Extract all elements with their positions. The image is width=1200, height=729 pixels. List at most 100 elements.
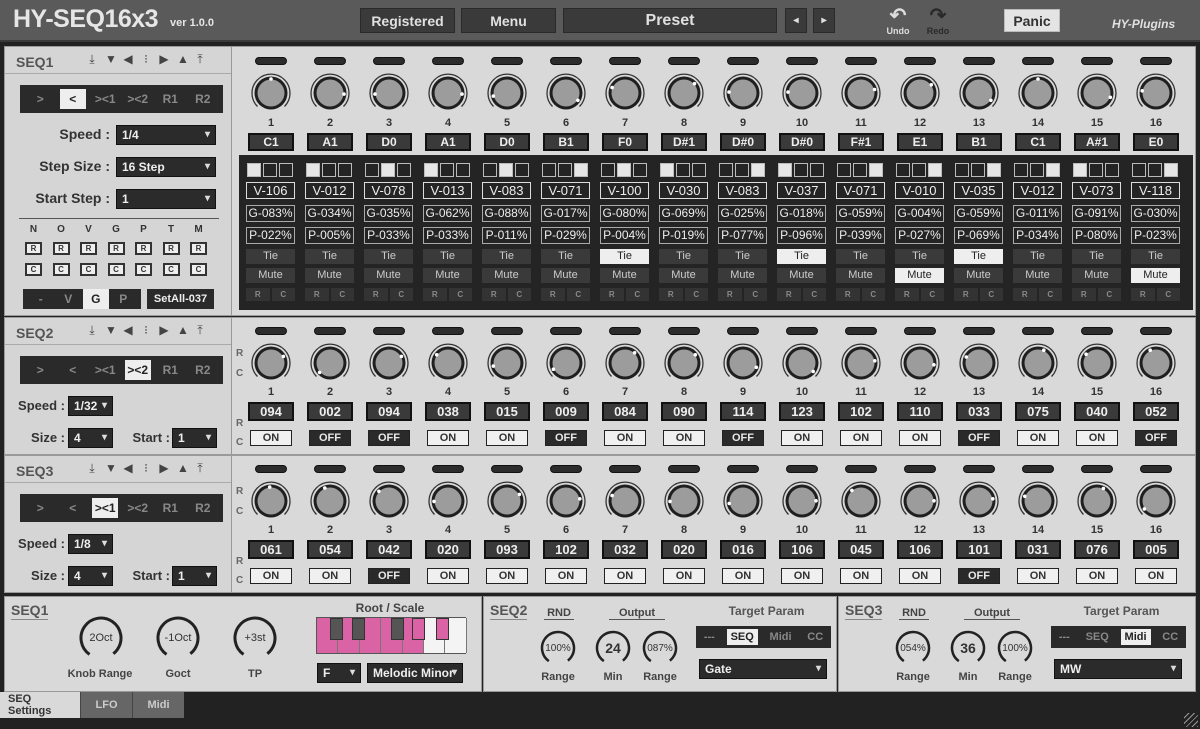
gate-value[interactable]: G-062% <box>423 205 472 222</box>
gate-value[interactable]: G-011% <box>1013 205 1062 222</box>
octave-option[interactable] <box>1073 163 1087 177</box>
step-knob[interactable] <box>368 342 410 384</box>
step-knob[interactable] <box>1135 72 1177 114</box>
mute-toggle[interactable]: Mute <box>1072 268 1121 283</box>
octave-option[interactable] <box>751 163 765 177</box>
step-knob[interactable] <box>722 342 764 384</box>
knob-range-knob[interactable]: 2Oct <box>78 615 124 661</box>
octave-option[interactable] <box>338 163 352 177</box>
octave-option[interactable] <box>912 163 926 177</box>
jump-top-icon[interactable]: ⤒ <box>195 461 205 476</box>
probability-value[interactable]: P-033% <box>364 227 413 244</box>
step-knob[interactable] <box>486 342 528 384</box>
velocity-value[interactable]: V-100 <box>600 182 649 199</box>
target-param-dropdown[interactable]: Gate <box>699 659 827 679</box>
octave-option[interactable] <box>558 163 572 177</box>
octave-option[interactable] <box>617 163 631 177</box>
random-toggle[interactable]: R <box>135 242 152 255</box>
step-knob[interactable] <box>545 342 587 384</box>
velocity-value[interactable]: V-037 <box>777 182 826 199</box>
direction-option[interactable]: R2 <box>190 89 216 109</box>
direction-option[interactable]: R1 <box>157 498 183 518</box>
mute-toggle[interactable]: Mute <box>659 268 708 283</box>
target-option[interactable]: --- <box>1055 629 1074 645</box>
octave-option[interactable] <box>971 163 985 177</box>
random-button[interactable]: R <box>836 288 860 301</box>
octave-option[interactable] <box>1105 163 1119 177</box>
step-note[interactable]: C1 <box>1015 133 1061 151</box>
step-knob[interactable] <box>486 480 528 522</box>
velocity-value[interactable]: V-013 <box>423 182 472 199</box>
move-right-icon[interactable]: ▶ <box>159 461 169 476</box>
mute-toggle[interactable]: Mute <box>364 268 413 283</box>
setall-button[interactable]: SetAll-037 <box>147 289 214 309</box>
step-onoff-toggle[interactable]: ON <box>486 430 528 446</box>
probability-value[interactable]: P-069% <box>954 227 1003 244</box>
step-knob[interactable] <box>958 342 1000 384</box>
step-value[interactable]: 090 <box>661 402 707 421</box>
step-knob[interactable] <box>1017 72 1059 114</box>
probability-value[interactable]: P-034% <box>1013 227 1062 244</box>
step-onoff-toggle[interactable]: ON <box>899 568 941 584</box>
step-knob[interactable] <box>309 342 351 384</box>
direction-option[interactable]: < <box>59 89 86 109</box>
root-dropdown[interactable]: F <box>317 663 361 683</box>
step-onoff-toggle[interactable]: ON <box>250 568 292 584</box>
step-onoff-toggle[interactable]: ON <box>604 568 646 584</box>
clear-button[interactable]: C <box>802 288 826 301</box>
move-down-icon[interactable]: ▼ <box>105 52 117 67</box>
clear-button[interactable]: C <box>389 288 413 301</box>
move-right-icon[interactable]: ▶ <box>159 52 169 67</box>
step-onoff-toggle[interactable]: OFF <box>958 430 1000 446</box>
move-left-icon[interactable]: ◀ <box>123 52 133 67</box>
step-knob[interactable] <box>250 342 292 384</box>
clear-button[interactable]: C <box>861 288 885 301</box>
start-step-dropdown[interactable]: 1 <box>116 189 216 209</box>
octave-option[interactable] <box>1148 163 1162 177</box>
step-onoff-toggle[interactable]: ON <box>250 430 292 446</box>
step-knob[interactable] <box>781 480 823 522</box>
octave-option[interactable] <box>1030 163 1044 177</box>
step-onoff-toggle[interactable]: OFF <box>958 568 1000 584</box>
jump-bottom-icon[interactable]: ⤓ <box>87 52 97 67</box>
octave-option[interactable] <box>1046 163 1060 177</box>
step-value[interactable]: 123 <box>779 402 825 421</box>
step-note[interactable]: D0 <box>366 133 412 151</box>
direction-option[interactable]: R2 <box>190 360 216 380</box>
random-button[interactable]: R <box>954 288 978 301</box>
octave-option[interactable] <box>499 163 513 177</box>
random-toggle[interactable]: R <box>25 242 42 255</box>
step-value[interactable]: 114 <box>720 402 766 421</box>
step-onoff-toggle[interactable]: ON <box>781 430 823 446</box>
move-up-icon[interactable]: ▲ <box>177 461 189 476</box>
mute-toggle[interactable]: Mute <box>423 268 472 283</box>
size-dropdown[interactable]: 4 <box>68 428 113 448</box>
step-note[interactable]: E1 <box>897 133 943 151</box>
direction-option[interactable]: ><1 <box>92 498 119 518</box>
octave-option[interactable] <box>676 163 690 177</box>
jump-bottom-icon[interactable]: ⤓ <box>87 461 97 476</box>
octave-option[interactable] <box>279 163 293 177</box>
step-value[interactable]: 038 <box>425 402 471 421</box>
velocity-value[interactable]: V-118 <box>1131 182 1180 199</box>
random-button[interactable]: R <box>305 288 329 301</box>
clear-button[interactable]: C <box>448 288 472 301</box>
scale-dropdown[interactable]: Melodic Minor <box>367 663 463 683</box>
step-value[interactable]: 076 <box>1074 540 1120 559</box>
step-onoff-toggle[interactable]: ON <box>722 568 764 584</box>
mute-toggle[interactable]: Mute <box>1131 268 1180 283</box>
random-button[interactable]: R <box>423 288 447 301</box>
probability-value[interactable]: P-011% <box>482 227 531 244</box>
tie-toggle[interactable]: Tie <box>364 249 413 264</box>
clear-toggle[interactable]: C <box>80 263 97 276</box>
mute-toggle[interactable]: Mute <box>305 268 354 283</box>
octave-option[interactable] <box>955 163 969 177</box>
octave-option[interactable] <box>778 163 792 177</box>
clear-toggle[interactable]: C <box>135 263 152 276</box>
random-button[interactable]: R <box>364 288 388 301</box>
step-knob[interactable] <box>840 342 882 384</box>
step-onoff-toggle[interactable]: OFF <box>309 430 351 446</box>
octave-option[interactable] <box>794 163 808 177</box>
gate-value[interactable]: G-018% <box>777 205 826 222</box>
direction-option[interactable]: < <box>60 498 86 518</box>
